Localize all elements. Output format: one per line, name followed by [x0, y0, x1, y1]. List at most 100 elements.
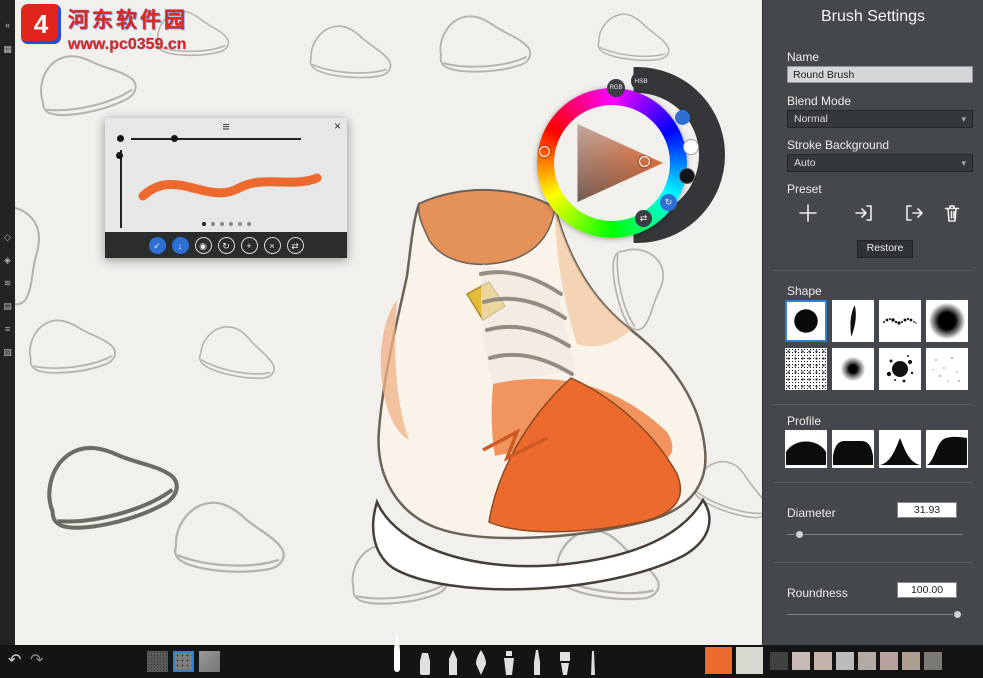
tool-round-brush[interactable]: [386, 633, 408, 678]
secondary-color-swatch[interactable]: [736, 647, 763, 674]
triangle-selector-dot[interactable]: [639, 156, 650, 167]
export-preset-icon[interactable]: [903, 202, 925, 224]
menu-icon[interactable]: ≡: [0, 324, 15, 334]
page-dot[interactable]: [247, 222, 251, 226]
remove-button[interactable]: ×: [264, 237, 281, 254]
black-color-swatch[interactable]: [679, 168, 695, 184]
tool-pencil[interactable]: [442, 648, 464, 678]
page-dot[interactable]: [229, 222, 233, 226]
shape-tile-sparse-speckle[interactable]: [926, 348, 968, 390]
tool-fountain-pen[interactable]: [526, 648, 548, 678]
horizontal-slider[interactable]: [131, 138, 301, 140]
add-preset-icon[interactable]: [797, 202, 819, 224]
shape-label: Shape: [787, 284, 822, 298]
swap-button[interactable]: ⇄: [287, 237, 304, 254]
shape-tile-splatter[interactable]: [879, 348, 921, 390]
confirm-button[interactable]: ✓: [149, 237, 166, 254]
panel-drag-handle-icon[interactable]: ≡: [105, 119, 347, 134]
palette-swatch[interactable]: [792, 652, 810, 670]
grid-icon[interactable]: ▦: [0, 44, 15, 55]
diameter-input[interactable]: [897, 502, 957, 518]
watermark-logo: 4: [21, 4, 61, 44]
delete-preset-icon[interactable]: [941, 202, 963, 224]
blend-mode-value: Normal: [794, 113, 828, 125]
roundness-input[interactable]: [897, 582, 957, 598]
stroke-background-label: Stroke Background: [787, 138, 889, 152]
vertical-slider[interactable]: [120, 150, 122, 228]
roundness-slider[interactable]: [787, 614, 963, 615]
undo-icon[interactable]: ↶: [8, 650, 21, 670]
blue-color-swatch[interactable]: [675, 110, 690, 125]
palette-swatch[interactable]: [902, 652, 920, 670]
palette-swatch[interactable]: [814, 652, 832, 670]
page-dot[interactable]: [220, 222, 224, 226]
shape-tile-feather-streak[interactable]: [832, 300, 874, 342]
redo-icon[interactable]: ↷: [30, 650, 43, 670]
texture-light-grain[interactable]: [199, 651, 220, 672]
hue-selector-dot[interactable]: [539, 146, 550, 157]
tool-liner[interactable]: [582, 648, 604, 678]
shape-tool-icon[interactable]: ◇: [0, 232, 15, 243]
rotate-icon[interactable]: ↻: [660, 194, 677, 211]
watermark-site-name: 河东软件园: [68, 4, 188, 34]
palette-swatch[interactable]: [858, 652, 876, 670]
slider-dot[interactable]: [117, 135, 124, 142]
page-dot[interactable]: [211, 222, 215, 226]
site-watermark: 4 河东软件园 www.pc0359.cn: [21, 4, 188, 54]
diameter-slider-handle[interactable]: [795, 530, 804, 539]
fill-shape-tool-icon[interactable]: ◈: [0, 255, 15, 266]
page-dot[interactable]: [238, 222, 242, 226]
collapse-icon[interactable]: «: [0, 20, 15, 30]
diameter-slider[interactable]: [787, 534, 963, 535]
vertical-slider-handle[interactable]: [116, 152, 123, 159]
texture-dark-grain[interactable]: [147, 651, 168, 672]
profile-tile-plateau[interactable]: [832, 430, 874, 468]
tool-airbrush[interactable]: [498, 648, 520, 678]
stroke-background-select[interactable]: Auto ▾: [787, 154, 973, 172]
stroke-preview: [135, 158, 325, 218]
name-label: Name: [787, 50, 819, 64]
horizontal-slider-handle[interactable]: [171, 135, 178, 142]
page-dot[interactable]: [202, 222, 206, 226]
palette-swatch[interactable]: [836, 652, 854, 670]
swap-colors-icon[interactable]: ⇄: [635, 210, 652, 227]
white-color-swatch[interactable]: [683, 139, 699, 155]
panel-tool-icon[interactable]: ▤: [0, 301, 15, 312]
save-button[interactable]: ↓: [172, 237, 189, 254]
tool-marker[interactable]: [414, 648, 436, 678]
target-button[interactable]: ◉: [195, 237, 212, 254]
divider: [773, 562, 973, 563]
app-window: « ▦ ◇ ◈ ≋ ▤ ≡ ▧: [0, 0, 983, 678]
current-color-swatch[interactable]: [705, 647, 732, 674]
brush-tool-row: [386, 633, 604, 678]
tool-ink-pen[interactable]: [470, 648, 492, 678]
drawing-canvas[interactable]: ≡ × ✓ ↓ ◉ ↻ +: [15, 0, 762, 645]
profile-tile-rising-dome[interactable]: [926, 430, 968, 468]
wave-tool-icon[interactable]: ≋: [0, 278, 15, 289]
profile-tile-peak[interactable]: [879, 430, 921, 468]
import-preset-icon[interactable]: [853, 202, 875, 224]
palette-swatch[interactable]: [924, 652, 942, 670]
shape-tile-noise-texture[interactable]: [785, 348, 827, 390]
add-button[interactable]: +: [241, 237, 258, 254]
palette-swatch[interactable]: [880, 652, 898, 670]
close-icon[interactable]: ×: [334, 119, 341, 133]
restore-button[interactable]: Restore: [857, 240, 913, 258]
palette-swatch[interactable]: [770, 652, 788, 670]
tool-flat-brush[interactable]: [554, 648, 576, 678]
roundness-label: Roundness: [787, 586, 848, 600]
roundness-slider-handle[interactable]: [953, 610, 962, 619]
shape-tile-soft-round[interactable]: [926, 300, 968, 342]
hsb-mode-button[interactable]: HSB: [631, 71, 651, 91]
texture-swatches: [147, 651, 220, 672]
texture-dot-grid[interactable]: [173, 651, 194, 672]
layers-icon[interactable]: ▧: [0, 347, 15, 358]
rotate-button[interactable]: ↻: [218, 237, 235, 254]
blend-mode-select[interactable]: Normal ▾: [787, 110, 973, 128]
shape-tile-solid-round[interactable]: [785, 300, 827, 342]
brush-name-input[interactable]: [787, 66, 973, 83]
profile-tile-dome[interactable]: [785, 430, 827, 468]
shape-tile-soft-dot[interactable]: [832, 348, 874, 390]
shape-tile-scatter-dots[interactable]: [879, 300, 921, 342]
rgb-mode-button[interactable]: RGB: [607, 79, 625, 97]
